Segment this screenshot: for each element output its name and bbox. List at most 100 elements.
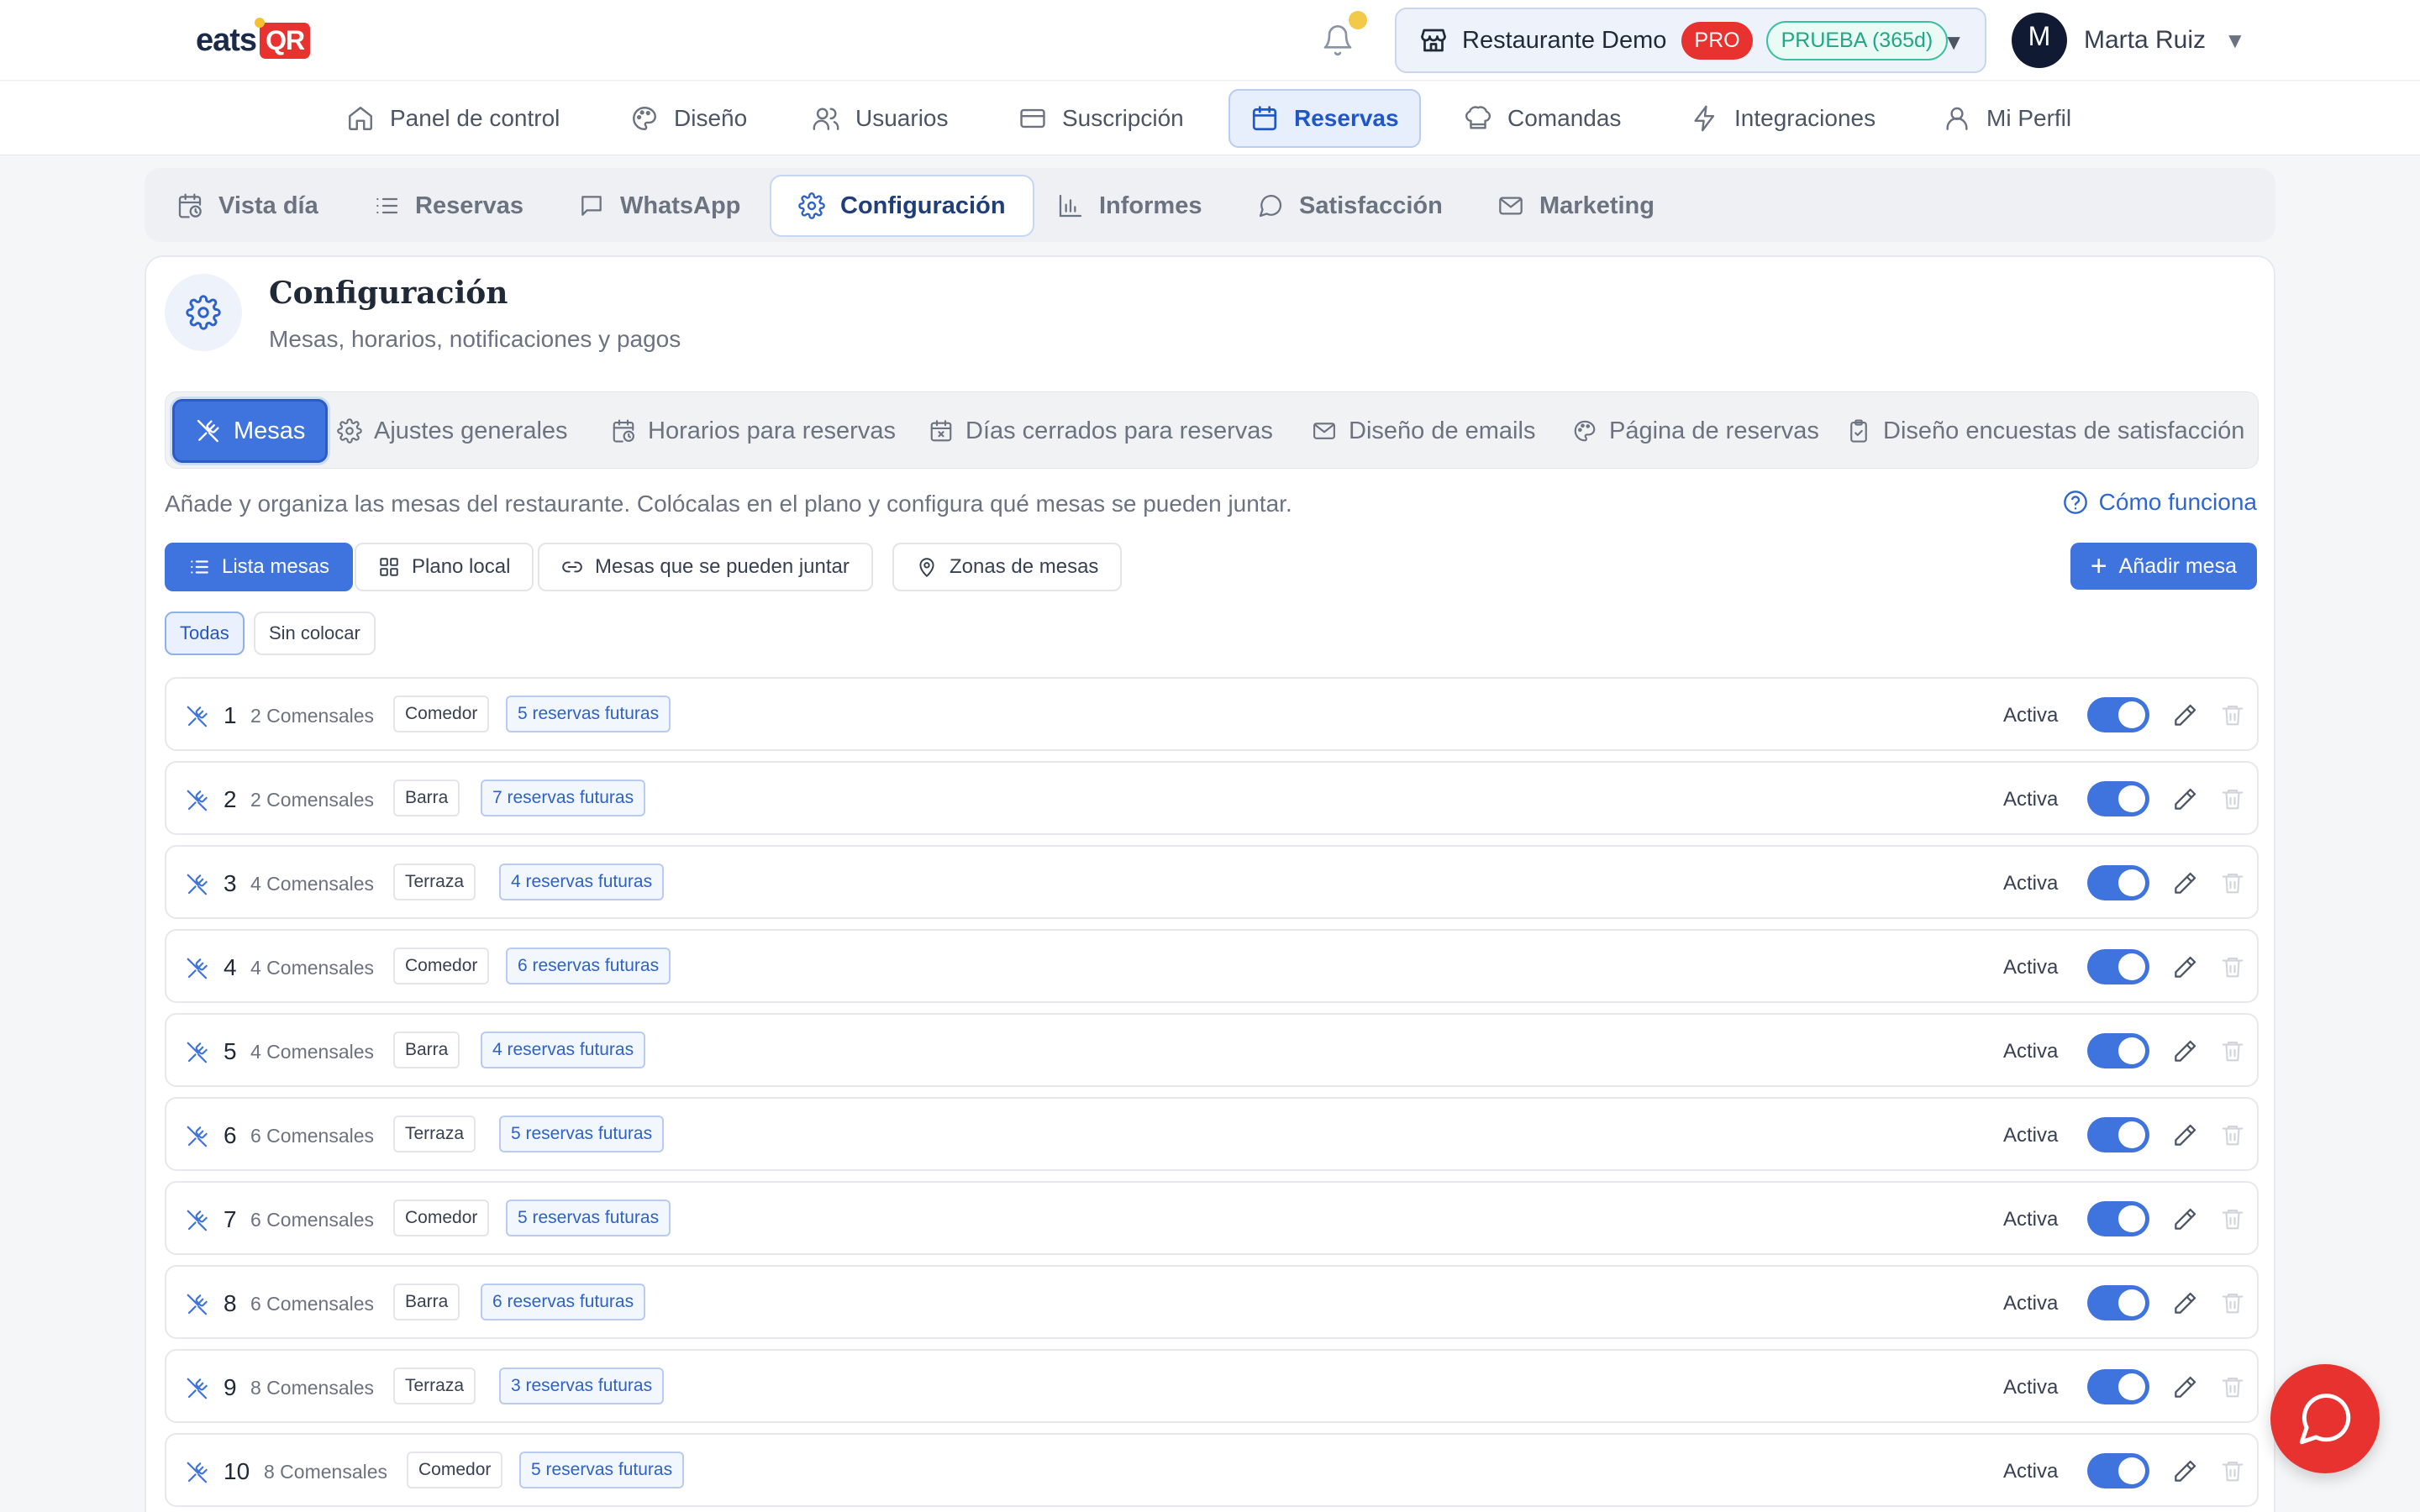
- view-label: Plano local: [412, 555, 511, 578]
- edit-icon[interactable]: [2171, 702, 2198, 729]
- table-number: 2: [224, 786, 237, 812]
- nav-item-reservas[interactable]: Reservas: [1228, 89, 1421, 148]
- section-horarios[interactable]: Horarios para reservas: [611, 399, 896, 463]
- palette-icon: [1574, 420, 1596, 442]
- section-ajustes[interactable]: Ajustes generales: [337, 399, 568, 463]
- table-capacity: 6 Comensales: [250, 1209, 375, 1231]
- filter-todas[interactable]: Todas: [165, 612, 245, 655]
- tab-informes[interactable]: Informes: [1057, 175, 1202, 237]
- view-label: Lista mesas: [222, 555, 330, 578]
- trash-icon[interactable]: [2220, 1206, 2245, 1231]
- section-encuestas[interactable]: Diseño encuestas de satisfacción: [1846, 399, 2244, 463]
- trial-badge: PRUEBA (365d): [1765, 20, 1949, 60]
- edit-icon[interactable]: [2171, 1290, 2198, 1317]
- restaurant-selector[interactable]: Restaurante Demo PRO PRUEBA (365d) ▼: [1395, 8, 1986, 73]
- trash-icon[interactable]: [2220, 1374, 2245, 1399]
- active-toggle[interactable]: [2087, 1033, 2149, 1068]
- active-toggle[interactable]: [2087, 1201, 2149, 1236]
- active-toggle[interactable]: [2087, 1285, 2149, 1320]
- section-label: Página de reservas: [1609, 417, 1819, 444]
- section-pagina-reservas[interactable]: Página de reservas: [1572, 399, 1819, 463]
- brand-logo[interactable]: eats QR: [196, 17, 311, 62]
- add-table-label: Añadir mesa: [2118, 554, 2237, 578]
- table-capacity: 4 Comensales: [250, 1041, 375, 1063]
- table-capacity: 8 Comensales: [264, 1461, 388, 1483]
- section-dias-cerrados[interactable]: Días cerrados para reservas: [929, 399, 1273, 463]
- edit-icon[interactable]: [2171, 1122, 2198, 1149]
- nav-item-label: Reservas: [1294, 105, 1399, 131]
- active-toggle[interactable]: [2087, 781, 2149, 816]
- nav-item-panel[interactable]: Panel de control: [346, 89, 560, 148]
- table-number: 3: [224, 870, 237, 896]
- nav-item-suscripcion[interactable]: Suscripción: [1018, 89, 1184, 148]
- section-mesas[interactable]: Mesas: [172, 399, 329, 463]
- user-menu[interactable]: M Marta Ruiz ▼: [2012, 12, 2246, 69]
- nav-item-comandas[interactable]: Comandas: [1464, 89, 1621, 148]
- trash-icon[interactable]: [2220, 954, 2245, 979]
- status-label: Activa: [2003, 1124, 2059, 1147]
- view-mesas-juntar[interactable]: Mesas que se pueden juntar: [538, 543, 873, 591]
- edit-icon[interactable]: [2171, 1374, 2198, 1401]
- tab-satisfaccion[interactable]: Satisfacción: [1257, 175, 1443, 237]
- active-toggle[interactable]: [2087, 1117, 2149, 1152]
- gear-icon: [165, 274, 242, 351]
- tab-reservas[interactable]: Reservas: [373, 175, 523, 237]
- trash-icon[interactable]: [2220, 1290, 2245, 1315]
- nav-item-diseno[interactable]: Diseño: [630, 89, 747, 148]
- table-row: 7 6 Comensales Comedor 5 reservas futura…: [165, 1181, 2259, 1255]
- bell-icon[interactable]: [1321, 24, 1355, 57]
- nav-item-perfil[interactable]: Mi Perfil: [1943, 89, 2071, 148]
- active-toggle[interactable]: [2087, 865, 2149, 900]
- users-icon: [813, 108, 839, 130]
- zone-badge: Terraza: [393, 1116, 476, 1152]
- config-sections: Mesas Ajustes generales Horarios para re…: [165, 391, 2259, 469]
- table-row: 2 2 Comensales Barra 7 reservas futuras …: [165, 761, 2259, 835]
- future-reservations-badge: 3 reservas futuras: [499, 1368, 665, 1404]
- zone-badge: Terraza: [393, 1368, 476, 1404]
- trash-icon[interactable]: [2220, 1458, 2245, 1483]
- chat-support-button[interactable]: [2270, 1364, 2380, 1473]
- add-table-button[interactable]: + Añadir mesa: [2070, 543, 2257, 590]
- page-subtitle: Mesas, horarios, notificaciones y pagos: [269, 326, 681, 352]
- edit-icon[interactable]: [2171, 954, 2198, 981]
- trash-icon[interactable]: [2220, 1122, 2245, 1147]
- logo-badge: QR: [255, 17, 311, 59]
- help-circle-icon: [2063, 491, 2087, 514]
- utensils-icon: [185, 1376, 210, 1401]
- status-label: Activa: [2003, 956, 2059, 979]
- edit-icon[interactable]: [2171, 870, 2198, 897]
- section-emails[interactable]: Diseño de emails: [1312, 399, 1535, 463]
- tab-configuracion[interactable]: Configuración: [770, 175, 1034, 237]
- zone-badge: Barra: [393, 780, 460, 816]
- view-lista-mesas[interactable]: Lista mesas: [165, 543, 354, 591]
- status-label: Activa: [2003, 704, 2059, 727]
- section-label: Horarios para reservas: [648, 417, 896, 444]
- trash-icon[interactable]: [2220, 702, 2245, 727]
- tab-whatsapp[interactable]: WhatsApp: [578, 175, 740, 237]
- table-number: 9: [224, 1374, 237, 1400]
- active-toggle[interactable]: [2087, 1453, 2149, 1488]
- edit-icon[interactable]: [2171, 786, 2198, 813]
- active-toggle[interactable]: [2087, 697, 2149, 732]
- edit-icon[interactable]: [2171, 1206, 2198, 1233]
- section-label: Diseño encuestas de satisfacción: [1883, 417, 2245, 444]
- active-toggle[interactable]: [2087, 949, 2149, 984]
- edit-icon[interactable]: [2171, 1458, 2198, 1485]
- how-it-works-label: Cómo funciona: [2098, 489, 2257, 515]
- status-label: Activa: [2003, 872, 2059, 895]
- nav-item-integraciones[interactable]: Integraciones: [1691, 89, 1876, 148]
- utensils-icon: [197, 419, 219, 443]
- how-it-works-link[interactable]: Cómo funciona: [2062, 489, 2257, 516]
- view-zonas[interactable]: Zonas de mesas: [892, 543, 1123, 591]
- view-plano-local[interactable]: Plano local: [355, 543, 534, 591]
- palette-icon: [633, 107, 656, 130]
- trash-icon[interactable]: [2220, 870, 2245, 895]
- tab-marketing[interactable]: Marketing: [1497, 175, 1655, 237]
- edit-icon[interactable]: [2171, 1038, 2198, 1065]
- active-toggle[interactable]: [2087, 1369, 2149, 1404]
- nav-item-usuarios[interactable]: Usuarios: [812, 89, 948, 148]
- trash-icon[interactable]: [2220, 1038, 2245, 1063]
- trash-icon[interactable]: [2220, 786, 2245, 811]
- filter-sin-colocar[interactable]: Sin colocar: [254, 612, 376, 655]
- tab-vista-dia[interactable]: Vista día: [176, 175, 318, 237]
